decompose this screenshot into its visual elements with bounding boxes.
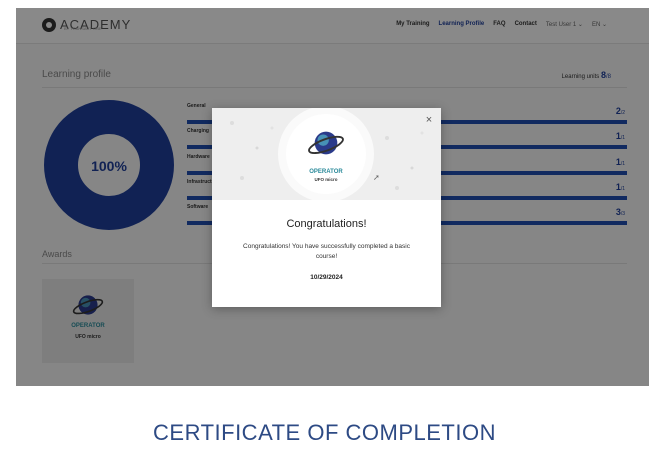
badge-subtitle: UFO micro: [314, 177, 338, 182]
certificate-caption: CERTIFICATE OF COMPLETION: [153, 420, 496, 445]
modal-header: OPERATOR UFO micro × ➚: [212, 108, 441, 200]
completion-date: 10/29/2024: [310, 274, 343, 281]
award-badge: OPERATOR UFO micro: [286, 114, 366, 194]
planet-icon: [308, 131, 344, 155]
badge-name: OPERATOR: [309, 169, 343, 175]
modal-message: Congratulations! You have successfully c…: [243, 243, 410, 260]
app-window: ACADEMY BY TRANSACT ONE My Training Lear…: [16, 8, 649, 386]
congratulations-modal: OPERATOR UFO micro × ➚ Congratulations! …: [212, 108, 441, 307]
modal-title: Congratulations!: [286, 218, 367, 230]
mouse-cursor-icon: ➚: [373, 173, 380, 182]
close-icon[interactable]: ×: [423, 114, 435, 126]
